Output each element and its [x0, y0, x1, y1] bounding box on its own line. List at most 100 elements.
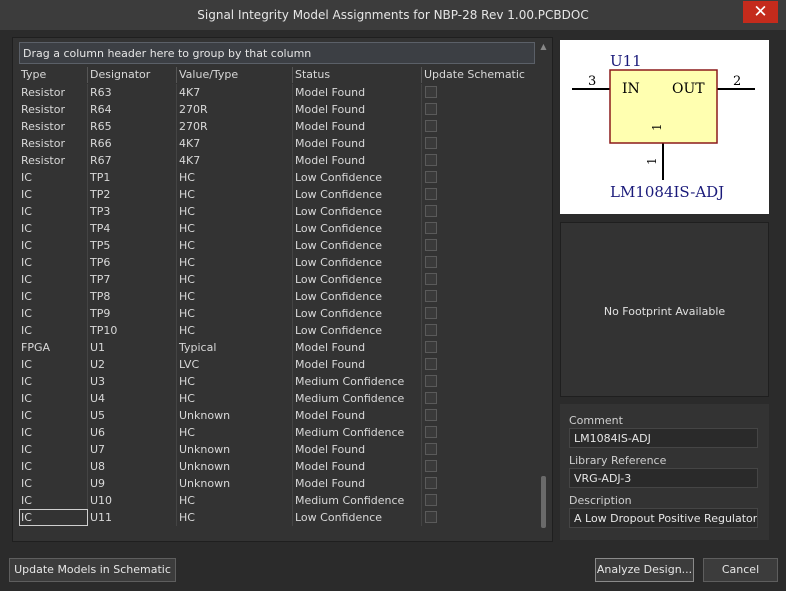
column-header-status[interactable]: Status [293, 67, 422, 83]
update-schematic-checkbox[interactable] [425, 341, 437, 353]
table-row[interactable]: IC TP2 HC Low Confidence [19, 186, 536, 203]
table-row[interactable]: IC U10 HC Medium Confidence [19, 492, 536, 509]
cell-status[interactable]: Low Confidence [293, 322, 422, 339]
update-schematic-checkbox[interactable] [425, 86, 437, 98]
cell-status[interactable]: Low Confidence [293, 288, 422, 305]
cell-type[interactable]: IC [19, 390, 88, 407]
cell-designator[interactable]: U5 [88, 407, 177, 424]
table-row[interactable]: IC U4 HC Medium Confidence [19, 390, 536, 407]
cell-designator[interactable]: R66 [88, 135, 177, 152]
update-schematic-checkbox[interactable] [425, 375, 437, 387]
cell-value-type[interactable]: HC [177, 288, 293, 305]
group-by-panel[interactable]: Drag a column header here to group by th… [19, 42, 535, 64]
cell-status[interactable]: Model Found [293, 152, 422, 169]
update-schematic-checkbox[interactable] [425, 103, 437, 115]
update-schematic-checkbox[interactable] [425, 290, 437, 302]
cell-type[interactable]: IC [19, 475, 88, 492]
cell-value-type[interactable]: HC [177, 322, 293, 339]
update-schematic-checkbox[interactable] [425, 120, 437, 132]
cell-status[interactable]: Low Confidence [293, 305, 422, 322]
update-schematic-checkbox[interactable] [425, 460, 437, 472]
cell-type[interactable]: IC [19, 271, 88, 288]
column-header-designator[interactable]: Designator [88, 67, 177, 83]
update-schematic-checkbox[interactable] [425, 188, 437, 200]
cell-value-type[interactable]: HC [177, 186, 293, 203]
table-row[interactable]: IC TP4 HC Low Confidence [19, 220, 536, 237]
cell-type[interactable]: IC [19, 169, 88, 186]
table-row[interactable]: IC U7 Unknown Model Found [19, 441, 536, 458]
update-schematic-checkbox[interactable] [425, 222, 437, 234]
cell-designator[interactable]: U9 [88, 475, 177, 492]
update-schematic-checkbox[interactable] [425, 324, 437, 336]
cell-designator[interactable]: U6 [88, 424, 177, 441]
cell-designator[interactable]: R65 [88, 118, 177, 135]
scroll-up-icon[interactable]: ▲ [539, 42, 548, 52]
table-row[interactable]: IC TP10 HC Low Confidence [19, 322, 536, 339]
cell-type[interactable]: IC [19, 220, 88, 237]
cell-status[interactable]: Low Confidence [293, 220, 422, 237]
cell-value-type[interactable]: HC [177, 271, 293, 288]
table-row[interactable]: Resistor R67 4K7 Model Found [19, 152, 536, 169]
cell-status[interactable]: Low Confidence [293, 169, 422, 186]
column-header-update-schematic[interactable]: Update Schematic [422, 67, 536, 83]
cell-value-type[interactable]: 270R [177, 118, 293, 135]
cell-value-type[interactable]: 270R [177, 101, 293, 118]
update-schematic-checkbox[interactable] [425, 137, 437, 149]
cell-status[interactable]: Model Found [293, 356, 422, 373]
cell-designator[interactable]: TP2 [88, 186, 177, 203]
table-row[interactable]: IC U5 Unknown Model Found [19, 407, 536, 424]
table-row[interactable]: IC TP3 HC Low Confidence [19, 203, 536, 220]
column-header-value-type[interactable]: Value/Type [177, 67, 293, 83]
table-row[interactable]: Resistor R64 270R Model Found [19, 101, 536, 118]
update-schematic-checkbox[interactable] [425, 358, 437, 370]
table-row[interactable]: IC U6 HC Medium Confidence [19, 424, 536, 441]
update-schematic-checkbox[interactable] [425, 171, 437, 183]
cell-value-type[interactable]: HC [177, 203, 293, 220]
update-schematic-checkbox[interactable] [425, 511, 437, 523]
cell-status[interactable]: Model Found [293, 118, 422, 135]
scrollbar-thumb[interactable] [541, 476, 546, 528]
cell-value-type[interactable]: HC [177, 254, 293, 271]
column-header-type[interactable]: Type [19, 67, 88, 83]
table-row[interactable]: IC TP5 HC Low Confidence [19, 237, 536, 254]
cell-value-type[interactable]: HC [177, 492, 293, 509]
cell-designator[interactable]: TP7 [88, 271, 177, 288]
cell-type[interactable]: IC [19, 458, 88, 475]
cell-status[interactable]: Medium Confidence [293, 390, 422, 407]
cell-designator[interactable]: U3 [88, 373, 177, 390]
cell-status[interactable]: Medium Confidence [293, 424, 422, 441]
cell-type[interactable]: Resistor [19, 84, 88, 101]
cell-status[interactable]: Model Found [293, 458, 422, 475]
update-schematic-checkbox[interactable] [425, 205, 437, 217]
cell-value-type[interactable]: HC [177, 305, 293, 322]
grid-scrollbar[interactable]: ▲ [539, 42, 548, 535]
cell-type[interactable]: FPGA [19, 339, 88, 356]
table-row[interactable]: IC U3 HC Medium Confidence [19, 373, 536, 390]
update-schematic-checkbox[interactable] [425, 409, 437, 421]
table-row[interactable]: IC TP1 HC Low Confidence [19, 169, 536, 186]
cell-type[interactable]: IC [19, 305, 88, 322]
update-schematic-checkbox[interactable] [425, 392, 437, 404]
cell-type[interactable]: IC [19, 254, 88, 271]
cell-designator[interactable]: U10 [88, 492, 177, 509]
update-schematic-checkbox[interactable] [425, 443, 437, 455]
table-row[interactable]: FPGA U1 Typical Model Found [19, 339, 536, 356]
update-schematic-checkbox[interactable] [425, 307, 437, 319]
update-schematic-checkbox[interactable] [425, 256, 437, 268]
table-row[interactable]: IC TP8 HC Low Confidence [19, 288, 536, 305]
update-schematic-checkbox[interactable] [425, 239, 437, 251]
cell-designator[interactable]: U1 [88, 339, 177, 356]
cancel-button[interactable]: Cancel [703, 558, 778, 582]
cell-value-type[interactable]: 4K7 [177, 84, 293, 101]
table-row[interactable]: IC TP9 HC Low Confidence [19, 305, 536, 322]
cell-status[interactable]: Medium Confidence [293, 492, 422, 509]
cell-status[interactable]: Low Confidence [293, 254, 422, 271]
cell-value-type[interactable]: HC [177, 373, 293, 390]
table-row[interactable]: Resistor R65 270R Model Found [19, 118, 536, 135]
cell-status[interactable]: Model Found [293, 101, 422, 118]
table-row[interactable]: IC U9 Unknown Model Found [19, 475, 536, 492]
update-models-button[interactable]: Update Models in Schematic [9, 558, 176, 582]
cell-type[interactable]: IC [19, 322, 88, 339]
cell-type[interactable]: IC [19, 237, 88, 254]
cell-value-type[interactable]: HC [177, 509, 293, 526]
